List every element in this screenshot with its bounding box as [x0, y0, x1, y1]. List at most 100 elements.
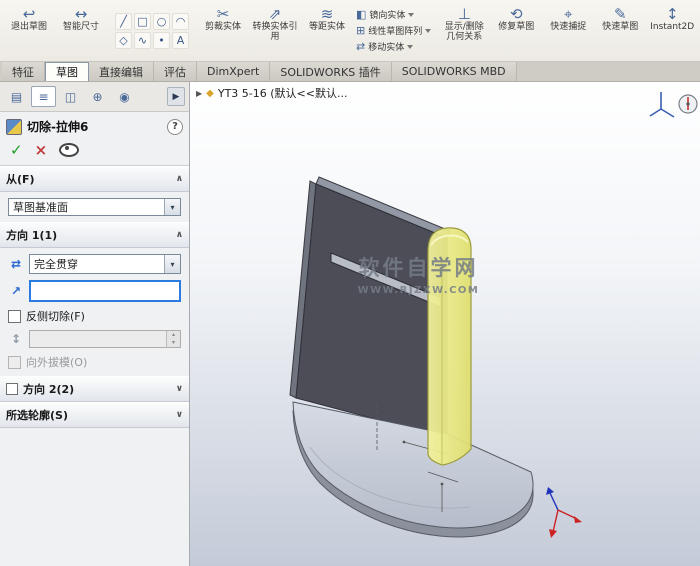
ribbon-button-icon: ◧	[356, 8, 367, 21]
ribbon-button-small[interactable]: ◧ 镜向实体	[356, 8, 431, 21]
ribbon-button[interactable]: ≋ 等距实体	[302, 2, 352, 59]
direction-selection-box[interactable]	[29, 280, 181, 302]
ribbon-group-pattern: ◧ 镜向实体 ⊞ 线性草图阵列 ⇄ 移动实体	[354, 2, 433, 59]
ribbon-button[interactable]: ✂ 剪裁实体	[198, 2, 248, 59]
property-manager-titlebar: 切除-拉伸6 ?	[0, 112, 189, 139]
reference-triad-icon[interactable]	[649, 92, 675, 118]
depth-row: ↕ ▴ ▾	[8, 330, 181, 348]
direction2-checkbox[interactable]	[6, 383, 18, 395]
main-area: ▤ ≡ ◫ ⊕ ◉ ▶ 切除-拉伸6 ? ✓ × 从(F) ∧ 草图基准面 ▾ …	[0, 82, 700, 566]
cancel-button[interactable]: ×	[35, 141, 48, 159]
view-compass-icon[interactable]	[678, 94, 698, 114]
cut-extrude-icon	[6, 118, 22, 135]
ribbon-button-label: 快速捕捉	[550, 22, 587, 32]
spin-up-icon: ▴	[167, 331, 180, 339]
dropdown-arrow-icon	[408, 12, 415, 17]
checkbox-label: 向外拔模(O)	[26, 356, 88, 369]
section-body-from: 草图基准面 ▾	[0, 192, 189, 222]
manager-tab-icon[interactable]: ◉	[112, 86, 137, 107]
start-condition-dropdown[interactable]: 草图基准面 ▾	[8, 198, 181, 216]
ribbon-button[interactable]: ⇗ 转换实体引用	[250, 2, 300, 59]
section-header-direction2[interactable]: 方向 2(2) ∨	[0, 376, 189, 402]
ribbon-button-icon: ✎	[613, 5, 627, 23]
commandmanager-tab[interactable]: 草图	[45, 62, 89, 81]
ribbon-button-small[interactable]: ⇄ 移动实体	[356, 40, 431, 53]
section-label: 方向 2(2)	[23, 383, 75, 396]
ribbon-button-label: 转换实体引用	[252, 22, 298, 42]
section-header-selected-contours[interactable]: 所选轮廓(S) ∨	[0, 402, 189, 428]
ribbon-button-small[interactable]: ⊞ 线性草图阵列	[356, 24, 432, 37]
ribbon-button-label: 等距实体	[308, 22, 345, 32]
ribbon-button[interactable]: ⟲ 修复草图	[491, 2, 541, 59]
sketch-entity-icon[interactable]: ∿	[134, 31, 151, 49]
manager-tab-icon[interactable]: ≡	[31, 86, 56, 107]
dropdown-arrow-icon[interactable]: ▾	[164, 255, 180, 273]
extrude-preview-body[interactable]	[427, 227, 472, 466]
sketch-entity-icon[interactable]: A	[172, 31, 189, 49]
preview-eye-icon[interactable]	[59, 143, 80, 157]
end-condition-row: ⇄ 完全贯穿 ▾	[8, 254, 181, 274]
ribbon-button-label: 退出草图	[10, 22, 47, 32]
back-plate[interactable]	[289, 176, 451, 439]
ribbon-button[interactable]: ⊥ 显示/删除几何关系	[439, 2, 489, 59]
commandmanager-tab[interactable]: SOLIDWORKS MBD	[391, 62, 517, 81]
manager-tab-icon[interactable]: ▤	[4, 86, 29, 107]
commandmanager-tab[interactable]: 评估	[154, 62, 197, 81]
commandmanager-tab[interactable]: 特征	[2, 62, 45, 81]
dropdown-arrow-icon[interactable]: ▾	[164, 199, 180, 215]
manager-tab-icon[interactable]: ⊕	[85, 86, 110, 107]
manager-tab-icon[interactable]: ◫	[58, 86, 83, 107]
commandmanager-tabbar: 特征 草图 直接编辑 评估 DimXpert SOLIDWORKS 插件 SOL…	[0, 62, 700, 82]
ribbon-button[interactable]: ↕ Instant2D	[647, 2, 697, 59]
ribbon-button-icon: ↕	[665, 5, 679, 23]
flip-side-checkbox[interactable]: 反侧切除(F)	[8, 308, 181, 324]
property-manager-panel: ▤ ≡ ◫ ⊕ ◉ ▶ 切除-拉伸6 ? ✓ × 从(F) ∧ 草图基准面 ▾ …	[0, 82, 190, 566]
origin-triad-icon	[546, 487, 582, 538]
commandmanager-tab[interactable]: SOLIDWORKS 插件	[270, 62, 392, 81]
ribbon-button[interactable]: ↩ 退出草图	[4, 2, 54, 59]
ribbon-button-label: 剪裁实体	[204, 22, 241, 32]
checkbox-box	[8, 355, 21, 369]
checkbox-box[interactable]	[8, 309, 21, 323]
tree-expand-icon[interactable]: ▶	[196, 89, 202, 98]
chevron-up-icon: ∧	[175, 174, 183, 184]
ribbon-button-icon: ⌖	[564, 5, 573, 23]
property-manager-actions: ✓ ×	[0, 139, 189, 166]
ribbon-button-label: Instant2D	[650, 22, 695, 32]
panel-expand-icon[interactable]: ▶	[167, 87, 185, 106]
ok-button[interactable]: ✓	[10, 141, 23, 159]
tab-label: 草图	[56, 66, 78, 79]
section-label: 从(F)	[6, 173, 35, 186]
graphics-area[interactable]: ▶ ◆ YT3 5-16 (默认<<默认... 软件自学网 WWW.RJZXW.…	[190, 82, 700, 566]
ribbon-button-icon: ✂	[216, 5, 230, 23]
dropdown-arrow-icon	[407, 44, 414, 49]
commandmanager-tab[interactable]: DimXpert	[197, 62, 271, 81]
sketch-entity-icon[interactable]: ◇	[115, 31, 132, 49]
ribbon-button[interactable]: ✎ 快速草图	[595, 2, 645, 59]
model-canvas[interactable]	[190, 82, 700, 566]
help-icon[interactable]: ?	[167, 118, 183, 135]
direction-reference-icon: ↗	[10, 284, 22, 298]
feature-tree-breadcrumb[interactable]: ▶ ◆ YT3 5-16 (默认<<默认...	[196, 85, 347, 101]
direction-selection-row: ↗	[8, 280, 181, 302]
ribbon-button[interactable]: ↔ 智能尺寸	[56, 2, 106, 59]
sketch-entity-icon[interactable]: ╱	[115, 12, 132, 30]
sketch-entity-icon[interactable]: ○	[153, 12, 170, 30]
section-header-direction1[interactable]: 方向 1(1) ∧	[0, 222, 189, 248]
commandmanager-tab[interactable]: 直接编辑	[89, 62, 154, 81]
sketch-entity-icon[interactable]: •	[153, 31, 170, 49]
ribbon-button-icon: ⇗	[268, 5, 282, 23]
ribbon-button[interactable]: ⌖ 快速捕捉	[543, 2, 593, 59]
sketch-entity-icon[interactable]: □	[134, 12, 151, 30]
tab-label: 评估	[164, 65, 186, 79]
flip-direction-icon[interactable]: ⇄	[8, 257, 24, 271]
ribbon-button-label: 修复草图	[498, 22, 535, 32]
dropdown-value: 草图基准面	[13, 201, 68, 214]
part-model[interactable]	[289, 176, 534, 538]
section-header-from[interactable]: 从(F) ∧	[0, 166, 189, 192]
tab-label: SOLIDWORKS MBD	[401, 65, 506, 78]
sketch-entity-icon[interactable]: ◠	[172, 12, 189, 30]
end-condition-dropdown[interactable]: 完全贯穿 ▾	[29, 254, 181, 274]
ribbon-button-icon: ≋	[320, 5, 334, 23]
solidworks-window: ↩ 退出草图 ↔ 智能尺寸 ╱ □ ○ ◠ ◇ ∿ • A ✂ 剪裁实体 ⇗ 转…	[0, 0, 700, 566]
